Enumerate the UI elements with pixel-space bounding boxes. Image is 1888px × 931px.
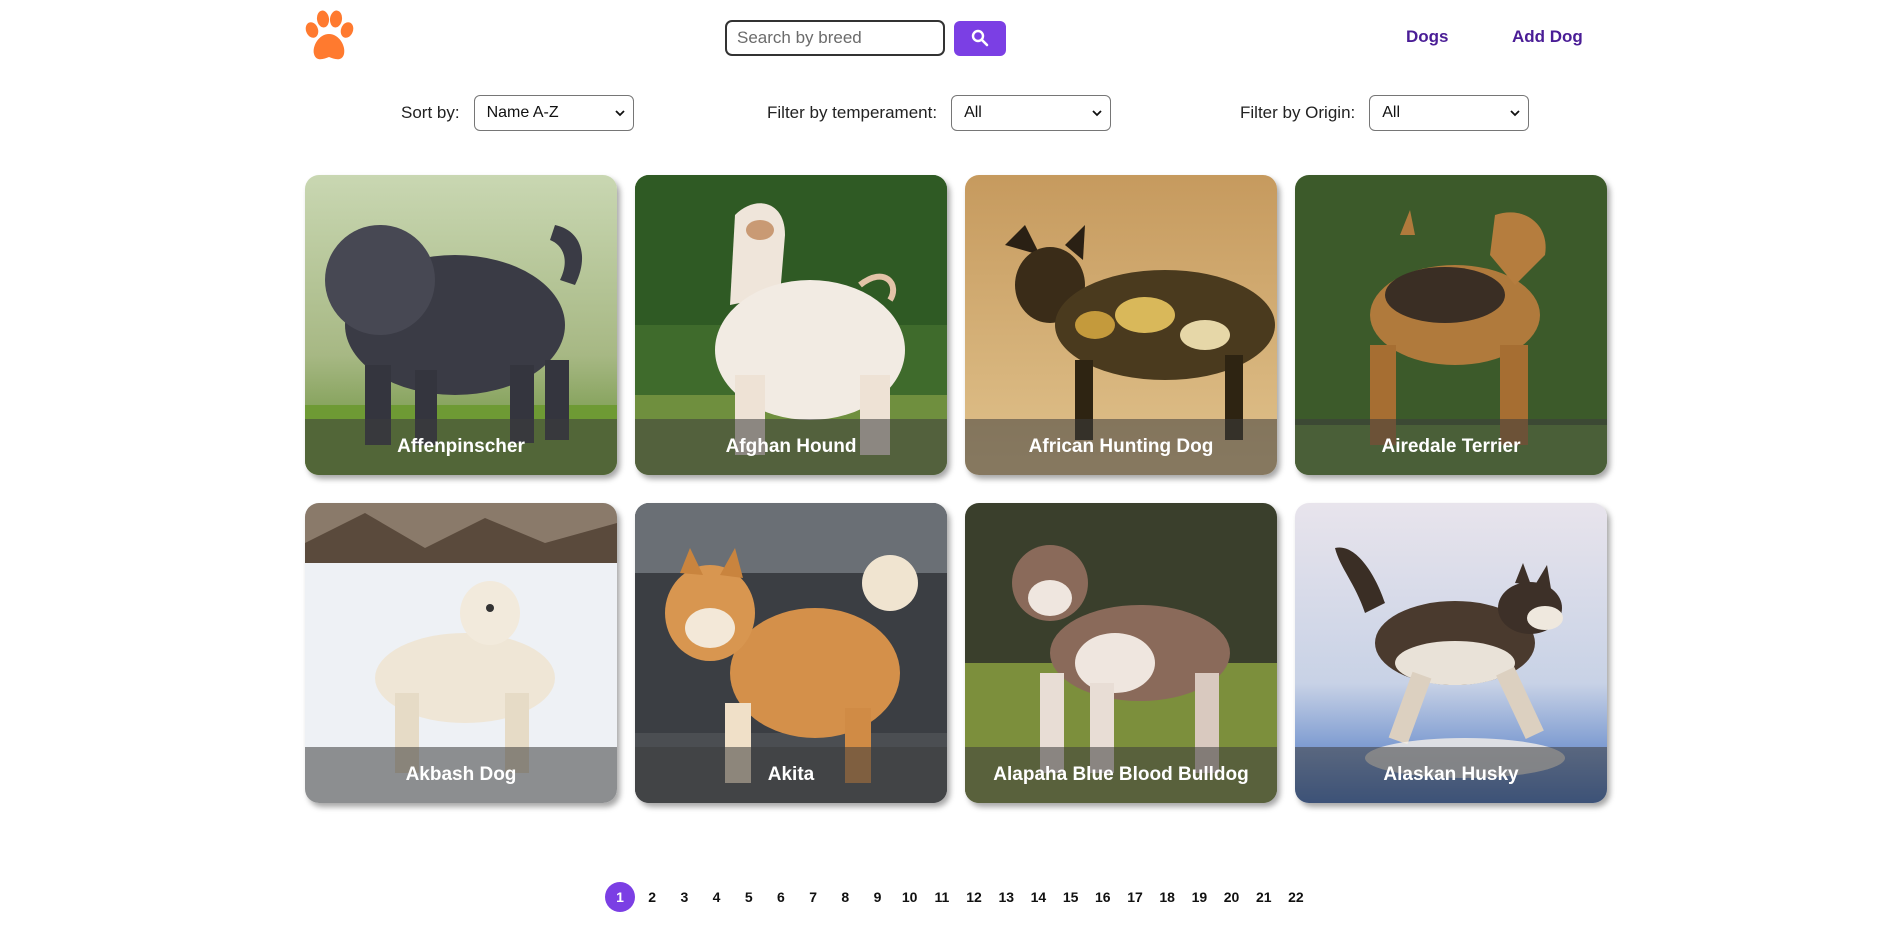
page-button[interactable]: 16	[1088, 882, 1118, 912]
dog-card[interactable]: Afghan Hound	[635, 175, 947, 475]
header: Dogs Add Dog	[0, 0, 1888, 76]
origin-filter: Filter by Origin: All	[1240, 95, 1530, 131]
page-button[interactable]: 3	[669, 882, 699, 912]
sort-selected-value: Name A-Z	[486, 104, 559, 121]
page: Dogs Add Dog Sort by: Name A-Z Filter by…	[0, 0, 1888, 931]
origin-selected-value: All	[1382, 104, 1401, 121]
dog-card-name: Akita	[635, 747, 947, 803]
dog-card[interactable]: Akita	[635, 503, 947, 803]
page-button[interactable]: 22	[1281, 882, 1311, 912]
dog-card-name: Akbash Dog	[305, 747, 617, 803]
page-button[interactable]: 2	[637, 882, 667, 912]
search-button[interactable]	[954, 20, 1006, 56]
paw-icon[interactable]	[304, 10, 354, 64]
dog-card-name: Afghan Hound	[635, 419, 947, 475]
page-button[interactable]: 15	[1056, 882, 1086, 912]
search-icon	[971, 29, 989, 47]
page-button[interactable]: 12	[959, 882, 989, 912]
page-button[interactable]: 19	[1184, 882, 1214, 912]
dog-card-name: Alaskan Husky	[1295, 747, 1607, 803]
dog-card-name: Alapaha Blue Blood Bulldog	[965, 747, 1277, 803]
page-button[interactable]: 4	[702, 882, 732, 912]
page-button[interactable]: 11	[927, 882, 957, 912]
page-button[interactable]: 1	[605, 882, 635, 912]
temperament-select[interactable]: All	[951, 95, 1112, 131]
sort-select[interactable]: Name A-Z	[473, 95, 634, 131]
dog-card-name: Airedale Terrier	[1295, 419, 1607, 475]
page-button[interactable]: 14	[1023, 882, 1053, 912]
chevron-down-icon	[614, 110, 625, 117]
dog-card[interactable]: Affenpinscher	[305, 175, 617, 475]
sort-label: Sort by:	[401, 103, 460, 122]
nav-add-dog-link[interactable]: Add Dog	[1512, 27, 1583, 47]
search-bar	[725, 20, 1006, 56]
dog-card[interactable]: Alapaha Blue Blood Bulldog	[965, 503, 1277, 803]
page-button[interactable]: 20	[1217, 882, 1247, 912]
page-button[interactable]: 10	[895, 882, 925, 912]
sort-filter: Sort by: Name A-Z	[401, 95, 634, 131]
temperament-selected-value: All	[964, 104, 982, 121]
dog-card[interactable]: African Hunting Dog	[965, 175, 1277, 475]
temperament-label: Filter by temperament:	[767, 103, 938, 122]
page-button[interactable]: 7	[798, 882, 828, 912]
page-button[interactable]: 9	[863, 882, 893, 912]
dog-card[interactable]: Alaskan Husky	[1295, 503, 1607, 803]
page-button[interactable]: 21	[1249, 882, 1279, 912]
dog-card-name: Affenpinscher	[305, 419, 617, 475]
search-input[interactable]	[725, 20, 945, 56]
page-button[interactable]: 18	[1152, 882, 1182, 912]
origin-select[interactable]: All	[1369, 95, 1530, 131]
chevron-down-icon	[1510, 110, 1520, 117]
page-button[interactable]: 13	[991, 882, 1021, 912]
temperament-filter: Filter by temperament: All	[767, 95, 1112, 131]
pagination: 1 2 3 4 5 6 7 8 9 10 11 12 13 14 15 16 17 18 19 20 21 22	[605, 882, 1313, 912]
chevron-down-icon	[1092, 110, 1102, 117]
dog-card-name: African Hunting Dog	[965, 419, 1277, 475]
page-button[interactable]: 8	[830, 882, 860, 912]
page-button[interactable]: 17	[1120, 882, 1150, 912]
dog-card[interactable]: Airedale Terrier	[1295, 175, 1607, 475]
nav-dogs-link[interactable]: Dogs	[1406, 27, 1449, 47]
page-button[interactable]: 5	[734, 882, 764, 912]
origin-label: Filter by Origin:	[1240, 103, 1356, 122]
page-button[interactable]: 6	[766, 882, 796, 912]
dog-card[interactable]: Akbash Dog	[305, 503, 617, 803]
